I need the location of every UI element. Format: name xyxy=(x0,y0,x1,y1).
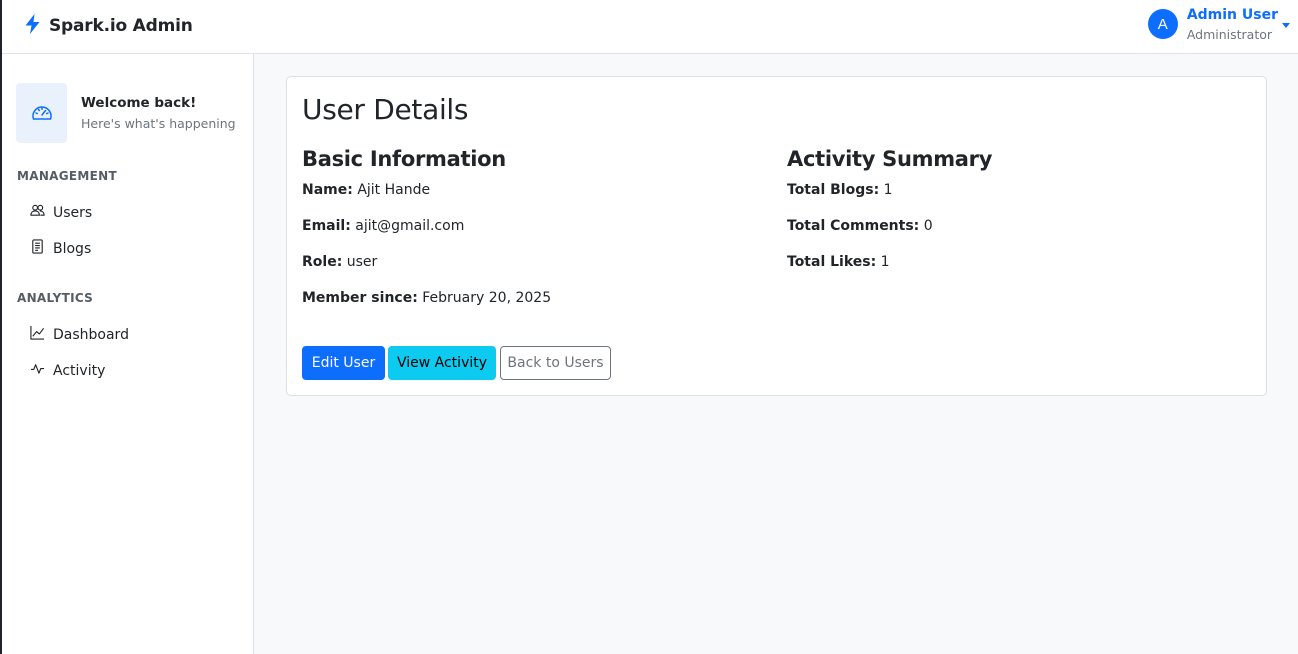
sidebar: Welcome back! Here's what's happening MA… xyxy=(2,54,254,654)
field-label: Total Likes: xyxy=(787,254,877,270)
view-activity-button[interactable]: View Activity xyxy=(388,346,496,380)
welcome-subtitle: Here's what's happening xyxy=(81,116,236,131)
user-role: Administrator xyxy=(1186,27,1273,42)
user-info: Admin User Administrator xyxy=(1187,7,1278,42)
people-icon xyxy=(30,203,45,222)
section-title-management: MANAGEMENT xyxy=(17,169,117,183)
edit-user-button[interactable]: Edit User xyxy=(302,346,385,380)
sidebar-item-activity[interactable]: Activity xyxy=(30,361,105,380)
field-value: 1 xyxy=(880,254,890,270)
field-label: Total Blogs: xyxy=(787,182,880,198)
pulse-icon xyxy=(30,361,45,380)
field-label: Role: xyxy=(302,254,343,270)
sidebar-item-label: Dashboard xyxy=(53,326,129,343)
field-total-likes: Total Likes: 1 xyxy=(787,254,890,270)
top-navbar: Spark.io Admin A Admin User Administrato… xyxy=(0,0,1298,54)
line-chart-icon xyxy=(30,325,45,344)
field-label: Name: xyxy=(302,182,353,198)
page-title: User Details xyxy=(302,93,469,126)
field-total-blogs: Total Blogs: 1 xyxy=(787,182,893,198)
back-to-users-button[interactable]: Back to Users xyxy=(500,346,611,380)
field-value: 1 xyxy=(883,182,893,198)
sidebar-item-dashboard[interactable]: Dashboard xyxy=(30,325,129,344)
section-title-analytics: ANALYTICS xyxy=(17,291,94,305)
field-role: Role: user xyxy=(302,254,377,270)
avatar: A xyxy=(1147,9,1178,40)
sidebar-item-users[interactable]: Users xyxy=(30,203,92,222)
speedometer-icon xyxy=(16,83,67,143)
field-value: user xyxy=(346,254,378,270)
field-email: Email: ajit@gmail.com xyxy=(302,218,464,234)
field-name: Name: Ajit Hande xyxy=(302,182,430,198)
user-details-card: User Details Basic Information Name: Aji… xyxy=(286,76,1267,396)
welcome-title: Welcome back! xyxy=(81,95,197,111)
welcome-panel: Welcome back! Here's what's happening xyxy=(16,83,236,143)
field-value: 0 xyxy=(923,218,933,234)
sidebar-item-blogs[interactable]: Blogs xyxy=(30,239,91,258)
activity-summary-title: Activity Summary xyxy=(787,147,993,171)
basic-info-title: Basic Information xyxy=(302,147,506,171)
sidebar-item-label: Activity xyxy=(53,362,106,379)
field-value: ajit@gmail.com xyxy=(355,218,465,234)
field-total-comments: Total Comments: 0 xyxy=(787,218,933,234)
user-name: Admin User xyxy=(1186,7,1278,23)
field-value: Ajit Hande xyxy=(357,182,431,198)
field-label: Email: xyxy=(302,218,351,234)
field-label: Member since: xyxy=(302,290,418,306)
sidebar-item-label: Blogs xyxy=(53,240,92,257)
lightning-icon xyxy=(24,14,41,38)
field-label: Total Comments: xyxy=(787,218,920,234)
document-icon xyxy=(30,239,45,258)
sidebar-item-label: Users xyxy=(53,204,93,221)
field-member-since: Member since: February 20, 2025 xyxy=(302,290,551,306)
field-value: February 20, 2025 xyxy=(422,290,552,306)
brand[interactable]: Spark.io Admin xyxy=(24,14,193,38)
brand-name: Spark.io Admin xyxy=(49,16,193,36)
chevron-down-icon xyxy=(1282,23,1290,28)
window-edge xyxy=(0,0,2,654)
user-menu-dropdown[interactable]: A Admin User Administrator xyxy=(1147,7,1290,42)
